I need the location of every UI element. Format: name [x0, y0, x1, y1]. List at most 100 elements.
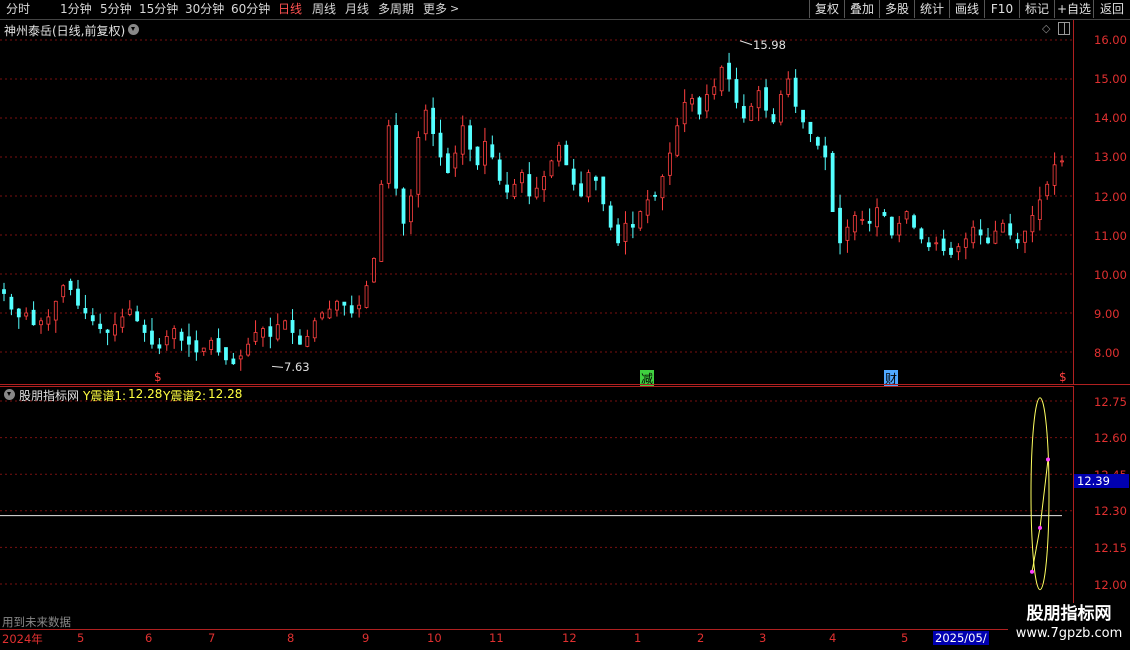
- candle: [616, 218, 620, 246]
- candle-body: [349, 305, 354, 314]
- period-5min[interactable]: 5分钟: [100, 1, 132, 17]
- candle-body: [342, 301, 347, 306]
- candle: [667, 142, 672, 185]
- candle: [704, 84, 709, 119]
- candle: [1037, 186, 1042, 231]
- date-tick: 1: [634, 631, 642, 645]
- candle-body: [749, 105, 754, 121]
- candle-body: [1000, 222, 1005, 233]
- period-1min[interactable]: 1分钟: [60, 1, 92, 17]
- period-monthly[interactable]: 月线: [345, 1, 369, 17]
- period-15min[interactable]: 15分钟: [139, 1, 178, 17]
- period-weekly[interactable]: 周线: [312, 1, 336, 17]
- period-60min[interactable]: 60分钟: [231, 1, 270, 17]
- indicator-tick: 12.60: [1094, 431, 1127, 445]
- f10-button[interactable]: F10: [984, 0, 1019, 18]
- event-marker-dividend[interactable]: $: [154, 370, 162, 384]
- period-daily[interactable]: 日线: [278, 1, 302, 17]
- indicator-tick: 12.15: [1094, 541, 1127, 555]
- date-tick: 2024年: [2, 632, 43, 646]
- candle-body: [845, 226, 850, 241]
- candle-body: [24, 312, 29, 317]
- candle-body: [253, 332, 258, 342]
- candle-body: [312, 320, 317, 339]
- candle-body: [520, 172, 524, 184]
- candle-body: [490, 144, 495, 158]
- candle-body: [653, 194, 657, 197]
- candle: [608, 201, 613, 231]
- candle-body: [593, 176, 598, 181]
- panel-divider[interactable]: [0, 384, 1130, 385]
- candle: [76, 279, 80, 310]
- candle-body: [534, 187, 539, 198]
- y-spectrum-point: [1038, 525, 1042, 530]
- watermark-title: 股朋指标网: [1026, 604, 1112, 624]
- multi-stock-button[interactable]: 多股: [879, 0, 914, 18]
- current-value-badge: 12.39: [1074, 474, 1129, 488]
- candle: [926, 237, 931, 251]
- fuquan-button[interactable]: 复权: [809, 0, 844, 18]
- overlay-button[interactable]: 叠加: [844, 0, 879, 18]
- period-multi[interactable]: 多周期: [378, 1, 414, 17]
- candle-body: [867, 220, 872, 224]
- high-marker-arrow: [739, 40, 753, 46]
- y-spectrum-point: [1030, 569, 1034, 574]
- candle-body: [704, 94, 709, 112]
- price-tick: 15.00: [1094, 72, 1127, 86]
- candle: [793, 69, 798, 114]
- candle: [963, 232, 968, 260]
- candle-body: [2, 289, 6, 294]
- event-marker-dividend-2[interactable]: $: [1059, 370, 1067, 384]
- candle: [24, 307, 29, 320]
- candle: [771, 108, 776, 125]
- candle-body: [912, 215, 916, 228]
- more-chevron-icon[interactable]: >: [450, 1, 459, 17]
- back-button[interactable]: 返回: [1093, 0, 1130, 18]
- price-tick: 9.00: [1094, 307, 1120, 321]
- candle-body: [268, 326, 273, 337]
- candle: [90, 308, 95, 326]
- date-tick: 11: [489, 631, 504, 645]
- future-data-note: 用到未来数据: [2, 615, 71, 629]
- candle: [897, 216, 902, 243]
- candle-body: [164, 335, 169, 346]
- candle-body: [83, 308, 88, 314]
- candle-body: [261, 328, 265, 338]
- candle: [549, 159, 554, 179]
- candle: [349, 295, 354, 318]
- mark-button[interactable]: 标记: [1019, 0, 1054, 18]
- draw-line-button[interactable]: 画线: [949, 0, 984, 18]
- candle: [31, 301, 36, 326]
- candle: [142, 319, 147, 342]
- add-favorite-button[interactable]: +自选: [1054, 0, 1093, 18]
- period-more[interactable]: 更多: [423, 1, 447, 17]
- date-tick: 4: [829, 631, 837, 645]
- candle-body: [897, 222, 902, 236]
- candle-body: [238, 355, 243, 360]
- period-30min[interactable]: 30分钟: [185, 1, 224, 17]
- watermark-url: www.7gpzb.com: [1015, 626, 1123, 641]
- price-tick: 10.00: [1094, 268, 1127, 282]
- candle-body: [838, 207, 842, 244]
- candle-body: [978, 229, 983, 236]
- candle-body: [357, 304, 362, 310]
- candle-body: [246, 343, 251, 356]
- candle-body: [142, 324, 147, 333]
- date-cursor-label: 2025/05/: [933, 631, 989, 645]
- stats-button[interactable]: 统计: [914, 0, 949, 18]
- candle-body: [860, 218, 865, 221]
- candle-body: [823, 145, 828, 158]
- candle-body: [712, 86, 717, 95]
- candle: [764, 79, 768, 118]
- candle: [386, 119, 391, 189]
- indicator-tick: 12.00: [1094, 578, 1127, 592]
- candle-body: [1037, 199, 1042, 220]
- candle: [823, 136, 828, 171]
- candle-body: [16, 308, 21, 318]
- date-tick: 2: [697, 631, 705, 645]
- candle-body: [579, 183, 583, 197]
- candle-body: [127, 308, 132, 315]
- period-intraday[interactable]: 分时: [6, 1, 30, 17]
- candle-body: [623, 222, 628, 242]
- candlestick-chart: [0, 39, 1073, 371]
